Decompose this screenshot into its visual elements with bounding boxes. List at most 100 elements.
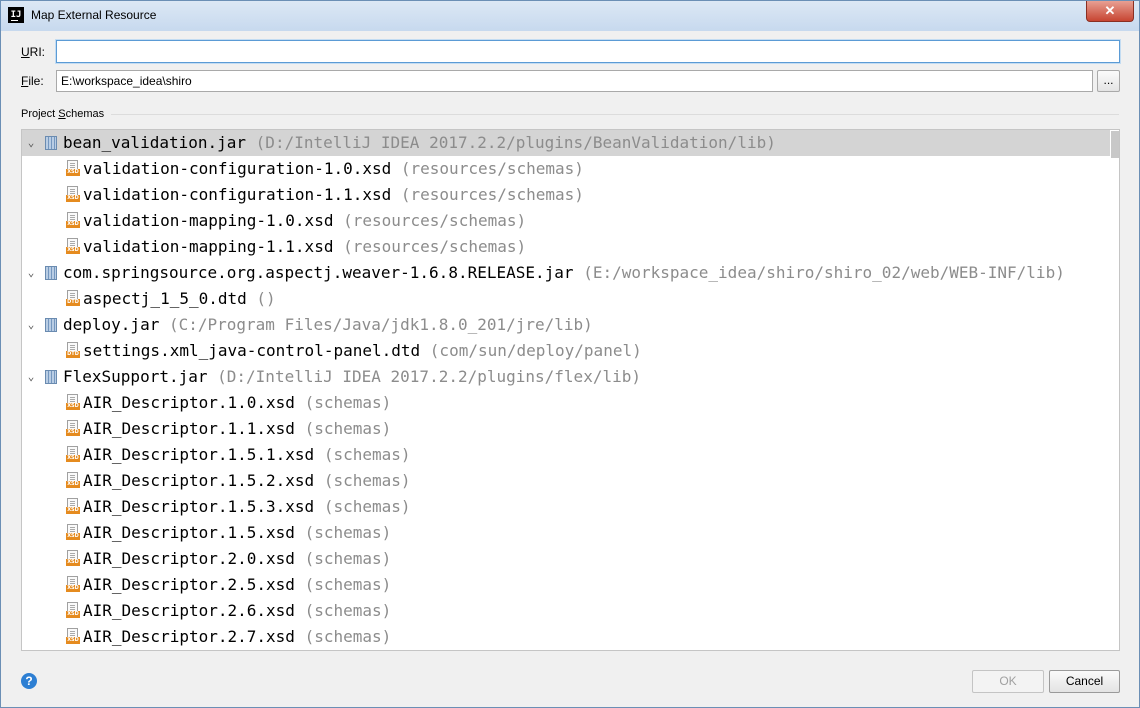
tree-node-file[interactable]: XSD validation-mapping-1.1.xsd (resources…	[22, 234, 1110, 260]
tree-node-label: validation-mapping-1.1.xsd (resources/sc…	[83, 234, 526, 260]
xsd-file-icon: XSD	[66, 446, 80, 463]
file-type-tag: XSD	[66, 455, 80, 462]
schemas-tree[interactable]: XSD AIR_Descriptor.2.7.xsd (schemas) XSD AI…	[21, 129, 1120, 651]
section-label-suffix: chemas	[65, 108, 105, 120]
resource-name: AIR_Descriptor.2.0.xsd	[83, 549, 295, 568]
uri-label-text: RI:	[29, 45, 46, 59]
resource-name: AIR_Descriptor.1.5.1.xsd	[83, 445, 315, 464]
resource-path: (schemas)	[304, 627, 392, 646]
tree-node-file[interactable]: XSD AIR_Descriptor.1.1.xsd (schemas)	[22, 416, 1110, 442]
tree-node-file[interactable]: XSD AIR_Descriptor.2.0.xsd (schemas)	[22, 546, 1110, 572]
tree-node-file[interactable]: XSD AIR_Descriptor.1.0.xsd (schemas)	[22, 390, 1110, 416]
file-type-tag: XSD	[66, 559, 80, 566]
resource-name: AIR_Descriptor.1.5.3.xsd	[83, 497, 315, 516]
uri-label: URI:	[21, 45, 45, 59]
dtd-file-icon: DTD	[66, 342, 80, 359]
xsd-file-icon: XSD	[66, 472, 80, 489]
resource-name: FlexSupport.jar	[63, 367, 208, 386]
tree-node-file[interactable]: XSD AIR_Descriptor.2.6.xsd (schemas)	[22, 598, 1110, 624]
jar-archive-icon	[45, 318, 57, 332]
intellij-app-icon: IJ	[8, 7, 24, 23]
chevron-down-icon[interactable]: ⌄	[24, 312, 38, 338]
file-type-tag: XSD	[66, 533, 80, 540]
file-type-tag: XSD	[66, 507, 80, 514]
tree-node-file[interactable]: DTD aspectj_1_5_0.dtd ()	[22, 286, 1110, 312]
tree-node-label: settings.xml_java-control-panel.dtd (com…	[83, 338, 642, 364]
jar-archive-icon	[45, 370, 57, 384]
tree-node-label: validation-configuration-1.1.xsd (resour…	[83, 182, 584, 208]
tree-node-label: AIR_Descriptor.1.1.xsd (schemas)	[83, 416, 391, 442]
resource-name: validation-mapping-1.0.xsd	[83, 211, 334, 230]
resource-path: (schemas)	[304, 393, 392, 412]
resource-path: (schemas)	[304, 523, 392, 542]
chevron-down-icon[interactable]: ⌄	[24, 364, 38, 390]
tree-node-file[interactable]: XSD validation-configuration-1.1.xsd (res…	[22, 182, 1110, 208]
resource-name: com.springsource.org.aspectj.weaver-1.6.…	[63, 263, 574, 282]
tree-node-label: AIR_Descriptor.1.5.1.xsd (schemas)	[83, 442, 411, 468]
tree-node-label: AIR_Descriptor.2.0.xsd (schemas)	[83, 546, 391, 572]
tree-node-jar[interactable]: ⌄ deploy.jar (C:/Program Files/Java/jdk1.…	[22, 312, 1110, 338]
resource-name: validation-configuration-1.0.xsd	[83, 159, 392, 178]
xsd-file-icon: XSD	[66, 160, 80, 177]
xsd-file-icon: XSD	[66, 420, 80, 437]
close-button[interactable]: ✕	[1086, 1, 1134, 22]
tree-node-file[interactable]: XSD AIR_Descriptor.2.5.xsd (schemas)	[22, 572, 1110, 598]
tree-node-file[interactable]: XSD AIR_Descriptor.1.5.2.xsd (schemas)	[22, 468, 1110, 494]
section-label-mnemonic: S	[58, 108, 66, 120]
resource-path: (schemas)	[304, 549, 392, 568]
tree-node-label: AIR_Descriptor.1.0.xsd (schemas)	[83, 390, 391, 416]
ok-button[interactable]: OK	[972, 670, 1044, 693]
file-label: File:	[21, 74, 44, 88]
map-external-resource-dialog: IJ Map External Resource ✕ URI: File: E:…	[0, 0, 1140, 708]
cancel-button[interactable]: Cancel	[1049, 670, 1120, 693]
tree-node-label: com.springsource.org.aspectj.weaver-1.6.…	[63, 260, 1065, 286]
tree-node-file[interactable]: DTD settings.xml_java-control-panel.dtd (…	[22, 338, 1110, 364]
file-label-text: ile:	[28, 74, 44, 88]
resource-path: (schemas)	[304, 601, 392, 620]
resource-name: AIR_Descriptor.2.5.xsd	[83, 575, 295, 594]
tree-node-file[interactable]: XSD validation-configuration-1.0.xsd (res…	[22, 156, 1110, 182]
tree-node-file[interactable]: XSD AIR_Descriptor.1.5.3.xsd (schemas)	[22, 494, 1110, 520]
file-type-tag: XSD	[66, 247, 80, 254]
resource-path: (D:/IntelliJ IDEA 2017.2.2/plugins/flex/…	[217, 367, 641, 386]
file-type-tag: DTD	[66, 299, 80, 306]
xsd-file-icon: XSD	[66, 628, 80, 645]
tree-node-file[interactable]: XSD AIR_Descriptor.1.5.xsd (schemas)	[22, 520, 1110, 546]
resource-name: AIR_Descriptor.2.7.xsd	[83, 627, 295, 646]
tree-node-label: FlexSupport.jar (D:/IntelliJ IDEA 2017.2…	[63, 364, 641, 390]
tree-node-file[interactable]: XSD AIR_Descriptor.1.5.1.xsd (schemas)	[22, 442, 1110, 468]
title-bar[interactable]: IJ Map External Resource ✕	[1, 1, 1139, 31]
resource-path: (schemas)	[323, 445, 411, 464]
resource-name: AIR_Descriptor.2.6.xsd	[83, 601, 295, 620]
file-type-tag: XSD	[66, 169, 80, 176]
file-type-tag: XSD	[66, 481, 80, 488]
resource-path: (schemas)	[304, 575, 392, 594]
help-icon[interactable]: ?	[21, 673, 37, 689]
resource-name: AIR_Descriptor.1.5.xsd	[83, 523, 295, 542]
tree-node-label: deploy.jar (C:/Program Files/Java/jdk1.8…	[63, 312, 593, 338]
resource-path: (schemas)	[304, 419, 392, 438]
tree-node-label: validation-configuration-1.0.xsd (resour…	[83, 156, 584, 182]
tree-node-jar[interactable]: ⌄ bean_validation.jar (D:/IntelliJ IDEA 2…	[22, 130, 1110, 156]
file-path-field[interactable]: E:\workspace_idea\shiro	[56, 70, 1093, 92]
resource-name: validation-mapping-1.1.xsd	[83, 237, 334, 256]
xsd-file-icon: XSD	[66, 212, 80, 229]
section-label-prefix: Project	[21, 108, 59, 120]
chevron-down-icon[interactable]: ⌄	[24, 260, 38, 286]
tree-node-label: validation-mapping-1.0.xsd (resources/sc…	[83, 208, 526, 234]
tree-node-file[interactable]: XSD AIR_Descriptor.2.7.xsd (schemas)	[22, 624, 1110, 650]
chevron-down-icon[interactable]: ⌄	[24, 130, 38, 156]
tree-node-jar[interactable]: ⌄ com.springsource.org.aspectj.weaver-1.6…	[22, 260, 1110, 286]
uri-input[interactable]	[56, 40, 1120, 63]
xsd-file-icon: XSD	[66, 498, 80, 515]
file-type-tag: XSD	[66, 403, 80, 410]
section-divider	[111, 114, 1119, 115]
tree-node-jar[interactable]: ⌄ FlexSupport.jar (D:/IntelliJ IDEA 2017.…	[22, 364, 1110, 390]
resource-path: (resources/schemas)	[400, 185, 584, 204]
resource-name: AIR_Descriptor.1.0.xsd	[83, 393, 295, 412]
uri-label-mnemonic: U	[21, 45, 30, 59]
browse-button[interactable]: ...	[1097, 70, 1120, 92]
scrollbar-thumb[interactable]	[1111, 131, 1119, 158]
vertical-scrollbar[interactable]	[1110, 130, 1119, 650]
tree-node-file[interactable]: XSD validation-mapping-1.0.xsd (resources…	[22, 208, 1110, 234]
